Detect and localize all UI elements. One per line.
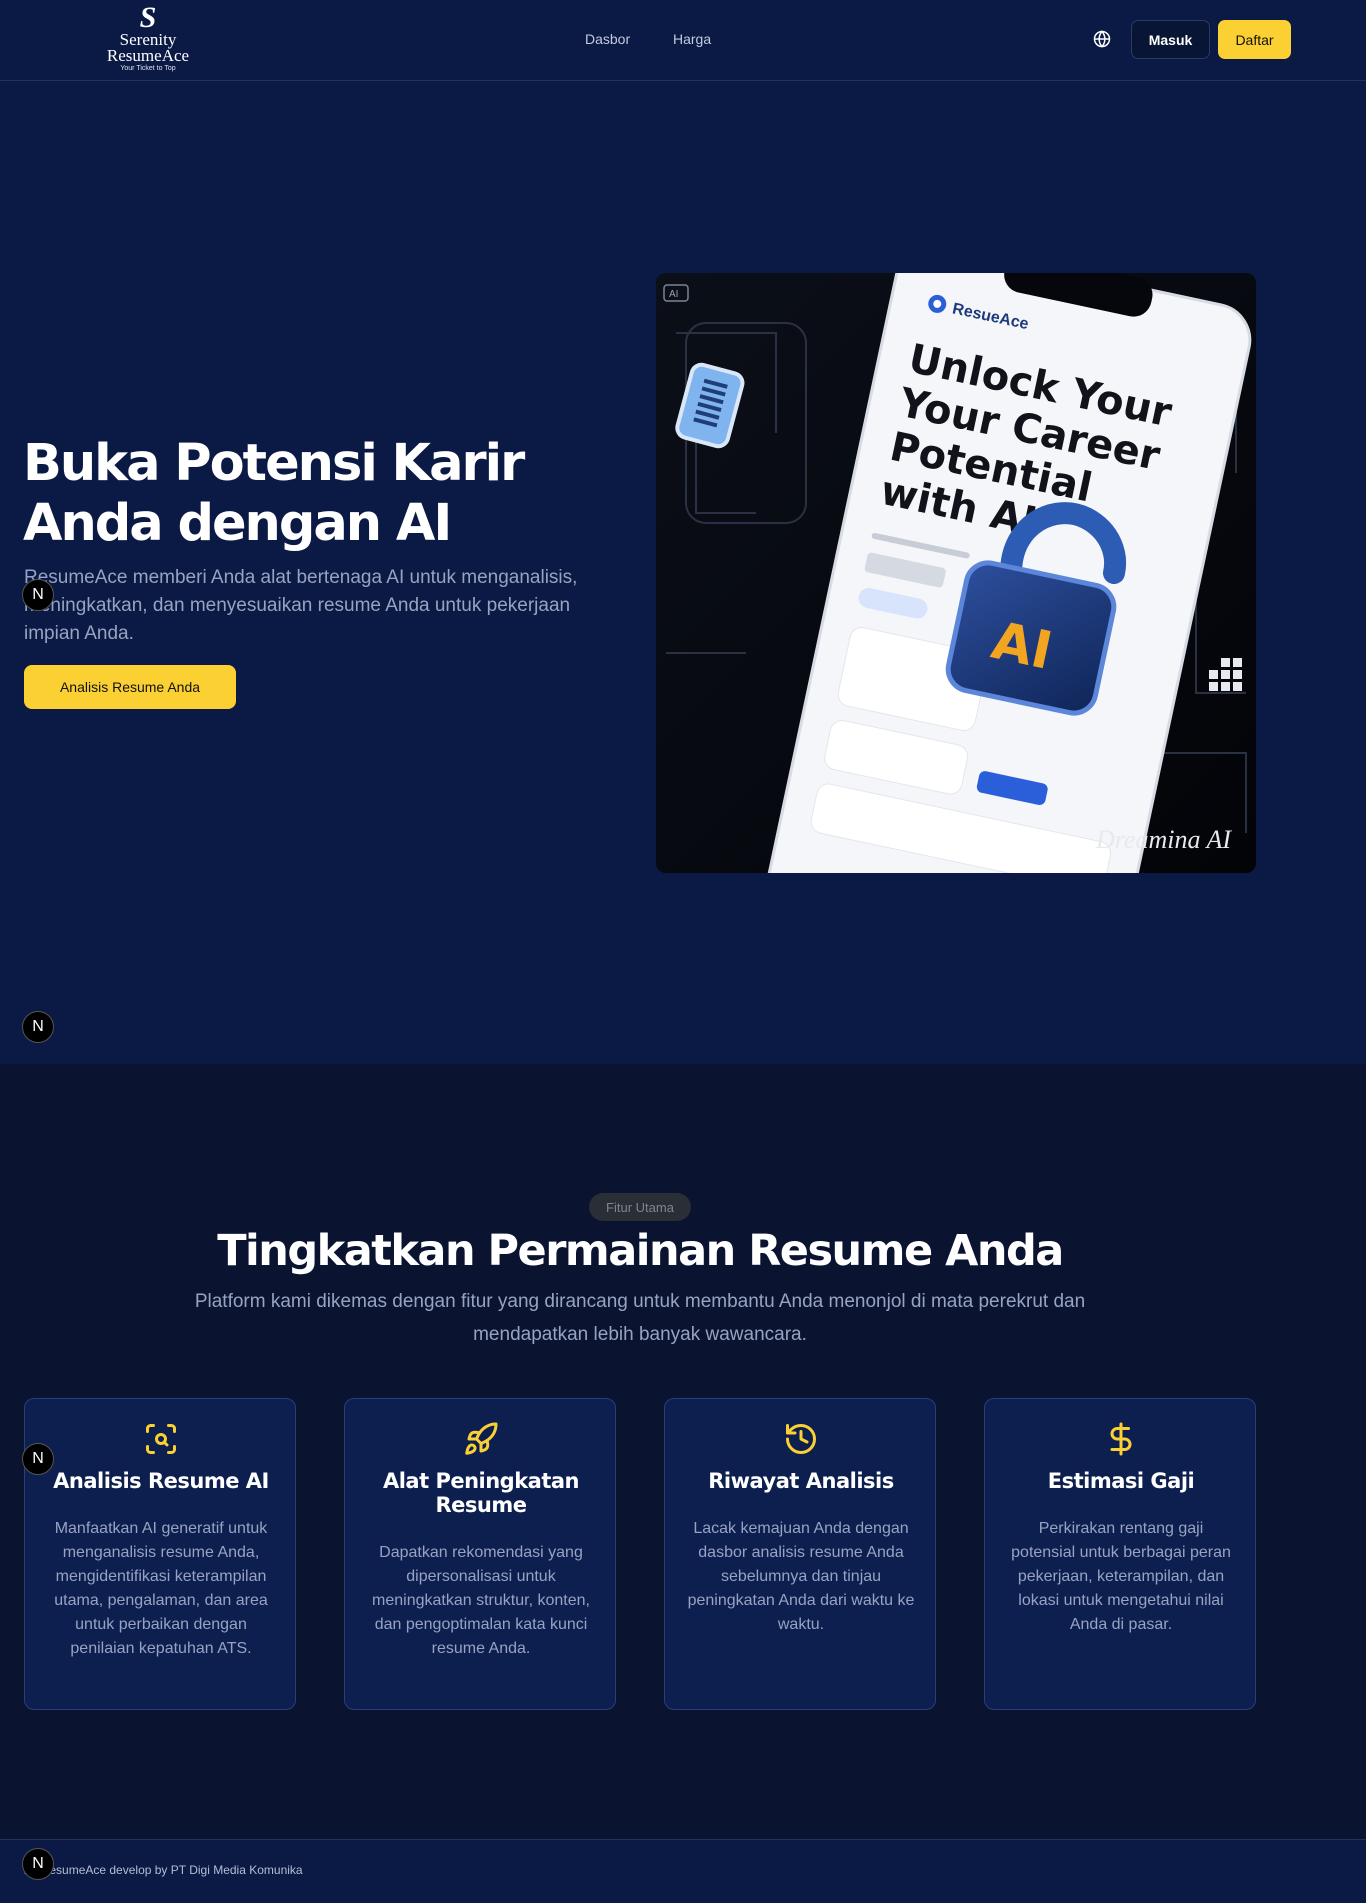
- feature-card: Analisis Resume AI Manfaatkan AI generat…: [24, 1398, 296, 1710]
- analyze-resume-button[interactable]: Analisis Resume Anda: [24, 665, 236, 709]
- feature-card-text: Dapatkan rekomendasi yang dipersonalisas…: [372, 1544, 590, 1657]
- nav-link-dasbor[interactable]: Dasbor: [585, 31, 630, 47]
- hero-description: ResumeAce memberi Anda alat bertenaga AI…: [24, 567, 578, 644]
- feature-card: Riwayat Analisis Lacak kemajuan Anda den…: [664, 1398, 936, 1710]
- history-icon: [786, 1424, 816, 1454]
- logo-line-2: ResumeAce: [106, 46, 190, 65]
- features-title: Tingkatkan Permainan Resume Anda: [217, 1226, 1064, 1276]
- overlay-badge[interactable]: N: [22, 579, 54, 611]
- features-description: Platform kami dikemas dengan fitur yang …: [194, 1291, 1086, 1345]
- feature-card-text: Lacak kemajuan Anda dengan dasbor analis…: [687, 1520, 915, 1633]
- hero-image: ResueAce Unlock Your Your Career Potenti…: [656, 273, 1256, 873]
- hero-title-line-1: Buka Potensi Karir: [23, 434, 525, 493]
- logo-tagline: Your Ticket to Top: [120, 65, 176, 72]
- features-pill: Fitur Utama: [589, 1193, 691, 1221]
- overlay-badge[interactable]: N: [22, 1848, 54, 1880]
- feature-card-text: Perkirakan rentang gaji potensial untuk …: [1011, 1520, 1231, 1633]
- logo-mark: S: [139, 1, 157, 34]
- hero-title: Buka Potensi Karir Anda dengan AI: [23, 434, 583, 554]
- hero-title-line-2: Anda dengan AI: [23, 494, 452, 553]
- signup-button[interactable]: Daftar: [1218, 20, 1291, 59]
- footer-copyright: 24 ResumeAce develop by PT Digi Media Ko…: [24, 1863, 303, 1877]
- rocket-icon: [465, 1422, 498, 1455]
- nav-link-harga[interactable]: Harga: [673, 31, 711, 47]
- feature-card-text: Manfaatkan AI generatif untuk menganalis…: [54, 1520, 268, 1657]
- dollar-icon: [1110, 1422, 1132, 1456]
- feature-card-title: Estimasi Gaji: [1047, 1469, 1195, 1493]
- feature-card-title: Alat Peningkatan Resume: [382, 1469, 580, 1517]
- logo[interactable]: S Serenity ResumeAce Your Ticket to Top: [98, 1, 198, 76]
- globe-icon[interactable]: [1093, 30, 1111, 48]
- overlay-badge[interactable]: N: [22, 1011, 54, 1043]
- lock-ai-text: AI: [986, 611, 1057, 682]
- feature-card-title: Riwayat Analisis: [708, 1469, 894, 1493]
- feature-card: Alat Peningkatan Resume Dapatkan rekomen…: [344, 1398, 616, 1710]
- feature-card: Estimasi Gaji Perkirakan rentang gaji po…: [984, 1398, 1256, 1710]
- login-button[interactable]: Masuk: [1131, 20, 1210, 59]
- corner-ai-tag: AI: [669, 289, 678, 300]
- hero-illustration: ResueAce Unlock Your Your Career Potenti…: [656, 273, 1256, 873]
- watermark-text: Dreamina AI: [1095, 825, 1232, 854]
- overlay-badge[interactable]: N: [22, 1443, 54, 1475]
- scan-search-icon: [146, 1424, 176, 1454]
- feature-card-title: Analisis Resume AI: [53, 1469, 269, 1493]
